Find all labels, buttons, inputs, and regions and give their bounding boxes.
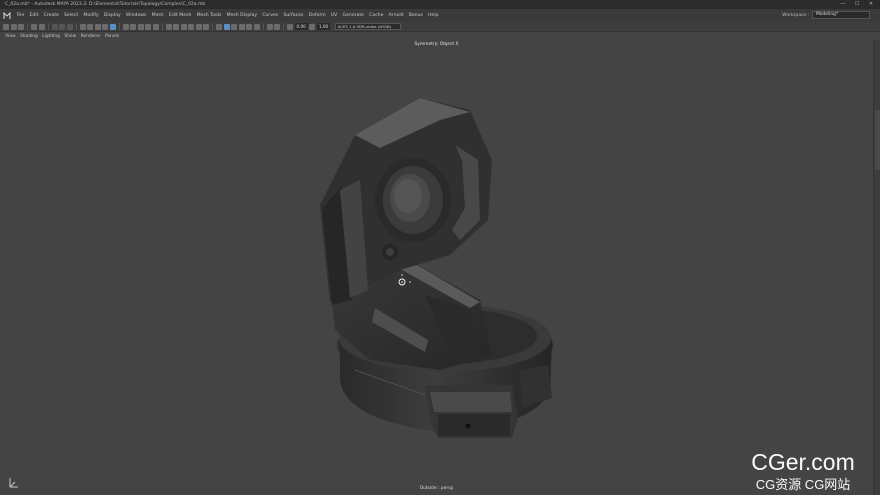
exposure-field[interactable]: 0.00 (294, 23, 308, 30)
hypershade-icon[interactable] (152, 23, 159, 30)
resolution-gate-icon[interactable] (203, 23, 209, 30)
menu-item-curves[interactable]: Curves (260, 13, 281, 18)
ipr-render-icon[interactable] (137, 23, 144, 30)
image-plane-icon[interactable] (180, 23, 187, 30)
exposure-icon[interactable] (287, 23, 293, 30)
film-gate-icon[interactable] (195, 23, 202, 30)
menu-item-surfaces[interactable]: Surfaces (281, 13, 306, 18)
3d-viewport[interactable]: Symmetry: Object X Outside: persp (0, 40, 873, 495)
color-space-dropdown[interactable]: ACES 1.0 SDR-video (sRGB) (334, 23, 401, 30)
status-line-toolbar: 0.00 1.00 ACES 1.0 SDR-video (sRGB) (0, 22, 880, 32)
panel-menu-renderer[interactable]: Renderer (78, 34, 102, 39)
maximize-button[interactable]: ☐ (850, 0, 864, 9)
snap-live-icon[interactable] (109, 23, 116, 30)
menu-item-mesh-tools[interactable]: Mesh Tools (194, 13, 224, 18)
shadows-icon[interactable] (253, 23, 260, 30)
new-scene-icon[interactable] (3, 23, 9, 30)
panel-menu-lighting[interactable]: Lighting (40, 34, 62, 39)
panel-menu-panels[interactable]: Panels (103, 34, 122, 39)
menu-item-uv[interactable]: UV (328, 13, 340, 18)
wireframe-icon[interactable] (216, 23, 222, 30)
menu-item-select[interactable]: Select (61, 13, 80, 18)
menu-items: File Edit Create Select Modify Display Windows… (14, 13, 441, 18)
render-settings-icon[interactable] (145, 23, 151, 30)
select-by-object-icon[interactable] (59, 23, 65, 30)
close-button[interactable]: ✕ (864, 0, 878, 9)
main-menu-bar: File Edit Create Select Modify Display Windows… (0, 9, 880, 22)
menu-item-generate[interactable]: Generate (340, 13, 367, 18)
watermark-line2: CG资源 CG网站 (755, 477, 851, 492)
xray-icon[interactable] (266, 23, 273, 30)
grid-toggle-icon[interactable] (188, 23, 194, 30)
select-by-component-icon[interactable] (66, 23, 73, 30)
textured-icon[interactable] (238, 23, 245, 30)
right-sidebar[interactable] (873, 40, 880, 495)
workspace-dropdown[interactable]: Modeling* (812, 11, 870, 19)
sidebar-tab[interactable] (875, 110, 880, 170)
axis-gizmo-icon (7, 475, 21, 494)
panel-menu-view[interactable]: View (3, 34, 18, 39)
gamma-icon[interactable] (309, 23, 316, 30)
workspace-selector: Workspace : Modeling* (782, 11, 870, 19)
select-by-hierarchy-icon[interactable] (51, 23, 58, 30)
watermark-logo: CGer.com CG资源 CG网站 (733, 449, 873, 493)
construction-history-icon[interactable] (122, 23, 129, 30)
window-controls: — ☐ ✕ (836, 0, 878, 9)
lights-icon[interactable] (246, 23, 252, 30)
gamma-field[interactable]: 1.00 (316, 23, 331, 30)
menu-item-help[interactable]: Help (426, 13, 442, 18)
menu-item-display[interactable]: Display (101, 13, 123, 18)
window-title: C_02a.mb* - Autodesk MAYA 2023.3: D:\Ele… (5, 2, 206, 7)
redo-icon[interactable] (38, 23, 45, 30)
minimize-button[interactable]: — (836, 0, 850, 9)
undo-icon[interactable] (31, 23, 37, 30)
bookmark-icon[interactable] (173, 23, 179, 30)
title-bar: C_02a.mb* - Autodesk MAYA 2023.3: D:\Ele… (0, 0, 880, 9)
workspace-label: Workspace : (782, 12, 809, 18)
menu-item-edit[interactable]: Edit (27, 13, 41, 18)
snap-grid-icon[interactable] (79, 23, 86, 30)
snap-point-icon[interactable] (94, 23, 101, 30)
menu-item-modify[interactable]: Modify (81, 13, 101, 18)
menu-item-create[interactable]: Create (41, 13, 61, 18)
model-render[interactable] (0, 40, 873, 495)
panel-menu-bar: View Shading Lighting Show Renderer Panels (0, 32, 880, 40)
menu-item-deform[interactable]: Deform (306, 13, 328, 18)
menu-item-windows[interactable]: Windows (123, 13, 149, 18)
menu-item-cache[interactable]: Cache (367, 13, 386, 18)
menu-item-file[interactable]: File (14, 13, 27, 18)
watermark-line1: CGer.com (751, 449, 855, 475)
model-bracket (320, 98, 492, 370)
camera-attributes-icon[interactable] (165, 23, 172, 30)
render-frame-icon[interactable] (130, 23, 136, 30)
maya-logo-icon (2, 11, 12, 21)
menu-item-bonus[interactable]: Bonus (406, 13, 425, 18)
menu-item-arnold[interactable]: Arnold (386, 13, 406, 18)
menu-item-mesh-display[interactable]: Mesh Display (224, 13, 260, 18)
menu-item-edit-mesh[interactable]: Edit Mesh (166, 13, 194, 18)
panel-menu-show[interactable]: Show (62, 34, 78, 39)
isolate-select-icon[interactable] (274, 23, 280, 30)
menu-item-mesh[interactable]: Mesh (149, 13, 166, 18)
open-scene-icon[interactable] (10, 23, 17, 30)
wireframe-on-shaded-icon[interactable] (231, 23, 237, 30)
smooth-shade-icon[interactable] (223, 23, 230, 30)
snap-view-plane-icon[interactable] (102, 23, 108, 30)
snap-curve-icon[interactable] (87, 23, 93, 30)
save-scene-icon[interactable] (18, 23, 24, 30)
panel-menu-shading[interactable]: Shading (18, 34, 40, 39)
